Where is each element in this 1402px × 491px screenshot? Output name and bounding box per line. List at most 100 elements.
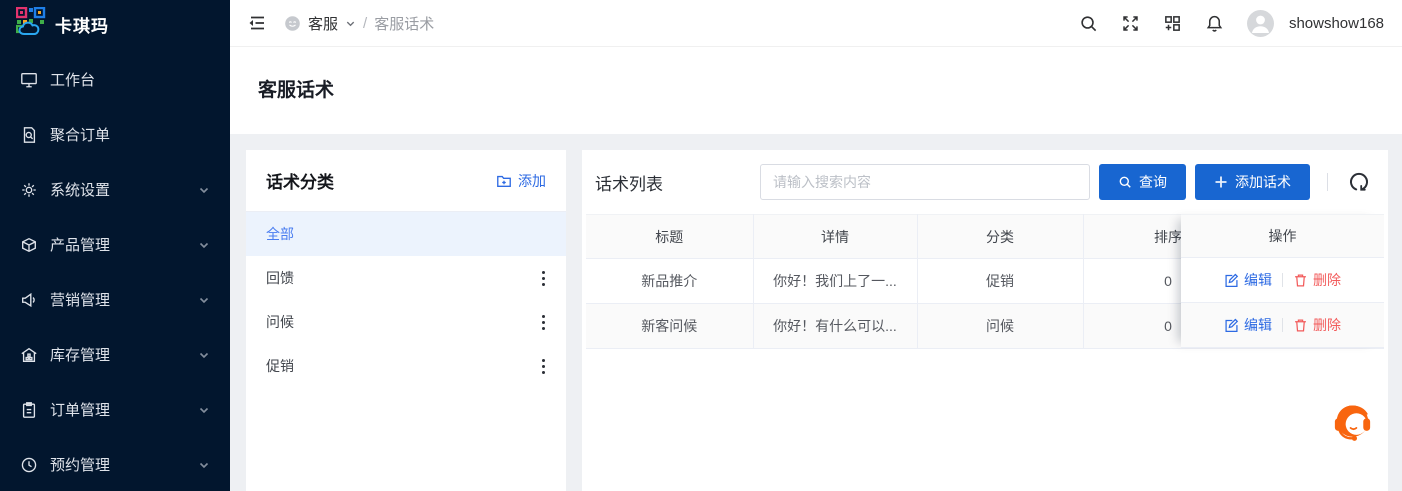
add-category-label: 添加 <box>518 171 546 191</box>
search-icon[interactable] <box>1079 14 1098 33</box>
breadcrumb-separator: / <box>363 15 367 32</box>
folder-plus-icon <box>496 173 512 189</box>
breadcrumb-section[interactable]: 客服 <box>308 13 338 34</box>
edit-icon <box>1224 273 1239 288</box>
kebab-menu-icon[interactable] <box>539 355 548 378</box>
sidebar-item-label: 预约管理 <box>50 454 110 475</box>
category-item-label: 回馈 <box>266 268 294 288</box>
query-button[interactable]: 查询 <box>1099 164 1186 200</box>
action-divider <box>1282 318 1283 332</box>
gear-icon <box>20 181 38 199</box>
page-title: 客服话术 <box>258 75 1374 102</box>
chevron-down-icon <box>198 349 210 361</box>
trash-icon <box>1293 273 1308 288</box>
delete-button[interactable]: 删除 <box>1293 315 1341 335</box>
chevron-down-icon <box>198 294 210 306</box>
col-detail: 详情 <box>753 215 917 259</box>
script-table: 标题 详情 分类 排序 新品推介 你好！我们上了一... 促销 <box>586 214 1384 349</box>
delete-label: 删除 <box>1313 270 1341 290</box>
sidebar-item-label: 系统设置 <box>50 179 110 200</box>
breadcrumb-current: 客服话术 <box>374 13 434 34</box>
category-item-cuxiao[interactable]: 促销 <box>246 344 566 388</box>
refresh-button[interactable] <box>1342 165 1376 199</box>
sidebar-item-appointment-management[interactable]: 预约管理 <box>0 437 230 491</box>
sidebar-item-label: 营销管理 <box>50 289 110 310</box>
warehouse-icon <box>20 346 38 364</box>
sidebar-item-aggregated-orders[interactable]: 聚合订单 <box>0 107 230 162</box>
chevron-down-icon <box>198 239 210 251</box>
category-item-label: 全部 <box>266 224 294 244</box>
clock-icon <box>20 456 38 474</box>
breadcrumb: 客服 / 客服话术 <box>284 13 434 34</box>
category-panel: 话术分类 添加 全部 回馈 问候 <box>246 150 566 491</box>
category-list: 全部 回馈 问候 促销 <box>246 212 566 388</box>
kebab-menu-icon[interactable] <box>539 267 548 290</box>
topbar-actions: showshow168 <box>1079 10 1384 37</box>
sidebar-item-label: 聚合订单 <box>50 124 110 145</box>
sidebar: 卡琪玛 工作台 聚合订单 系统设置 产品管理 营 <box>0 0 230 491</box>
edit-label: 编辑 <box>1244 315 1272 335</box>
chevron-down-icon[interactable] <box>345 18 356 29</box>
cell-title: 新品推介 <box>586 259 753 304</box>
category-item-wenhou[interactable]: 问候 <box>246 300 566 344</box>
edit-button[interactable]: 编辑 <box>1224 270 1272 290</box>
category-panel-header: 话术分类 添加 <box>246 150 566 212</box>
username[interactable]: showshow168 <box>1289 15 1384 32</box>
sidebar-fold-icon[interactable] <box>246 12 268 34</box>
cell-detail: 你好！有什么可以... <box>753 304 917 349</box>
script-list-panel: 话术列表 查询 添加话术 <box>582 150 1388 491</box>
sidebar-item-label: 订单管理 <box>50 399 110 420</box>
document-search-icon <box>20 126 38 144</box>
add-script-button[interactable]: 添加话术 <box>1195 164 1310 200</box>
app-window: 卡琪玛 工作台 聚合订单 系统设置 产品管理 营 <box>0 0 1402 491</box>
col-actions: 操作 <box>1181 214 1384 258</box>
brand-header[interactable]: 卡琪玛 <box>0 0 230 48</box>
sidebar-item-label: 工作台 <box>50 69 95 90</box>
row-actions: 编辑 删除 <box>1181 303 1384 348</box>
page-header: 客服话术 <box>230 47 1402 134</box>
search-input[interactable] <box>760 164 1090 200</box>
toolbar-controls: 查询 添加话术 <box>760 164 1376 200</box>
col-category: 分类 <box>917 215 1083 259</box>
cell-detail: 你好！我们上了一... <box>753 259 917 304</box>
sidebar-item-product-management[interactable]: 产品管理 <box>0 217 230 272</box>
apps-grid-icon[interactable] <box>1163 14 1182 33</box>
brand-logo-icon <box>16 7 46 42</box>
headset-agent-icon <box>1329 401 1376 453</box>
kebab-menu-icon[interactable] <box>539 311 548 334</box>
plus-icon <box>1214 175 1228 189</box>
add-category-button[interactable]: 添加 <box>496 171 546 191</box>
list-toolbar: 话术列表 查询 添加话术 <box>586 164 1384 214</box>
sidebar-item-order-management[interactable]: 订单管理 <box>0 382 230 437</box>
main-area: 客服 / 客服话术 showshow168 客服话术 <box>230 0 1402 491</box>
chevron-down-icon <box>198 184 210 196</box>
add-script-label: 添加话术 <box>1235 172 1291 192</box>
content-area: 话术分类 添加 全部 回馈 问候 <box>230 134 1402 491</box>
sidebar-item-workbench[interactable]: 工作台 <box>0 52 230 107</box>
query-button-label: 查询 <box>1139 172 1167 192</box>
user-icon <box>1247 10 1274 37</box>
category-item-huikui[interactable]: 回馈 <box>246 256 566 300</box>
customer-support-fab[interactable] <box>1329 401 1376 453</box>
box-icon <box>20 236 38 254</box>
edit-button[interactable]: 编辑 <box>1224 315 1272 335</box>
chevron-down-icon <box>198 404 210 416</box>
trash-icon <box>1293 318 1308 333</box>
sidebar-item-inventory-management[interactable]: 库存管理 <box>0 327 230 382</box>
fixed-action-column: 操作 编辑 删除 <box>1181 214 1384 348</box>
category-item-all[interactable]: 全部 <box>246 212 566 256</box>
bell-icon[interactable] <box>1205 14 1224 33</box>
list-title: 话术列表 <box>595 170 663 195</box>
fullscreen-icon[interactable] <box>1121 14 1140 33</box>
cell-title: 新客问候 <box>586 304 753 349</box>
edit-label: 编辑 <box>1244 270 1272 290</box>
sidebar-item-marketing-management[interactable]: 营销管理 <box>0 272 230 327</box>
category-item-label: 问候 <box>266 312 294 332</box>
service-face-icon <box>284 15 301 32</box>
monitor-icon <box>20 71 38 89</box>
toolbar-divider <box>1327 173 1328 191</box>
cell-category: 促销 <box>917 259 1083 304</box>
delete-button[interactable]: 删除 <box>1293 270 1341 290</box>
sidebar-item-system-settings[interactable]: 系统设置 <box>0 162 230 217</box>
avatar[interactable] <box>1247 10 1274 37</box>
